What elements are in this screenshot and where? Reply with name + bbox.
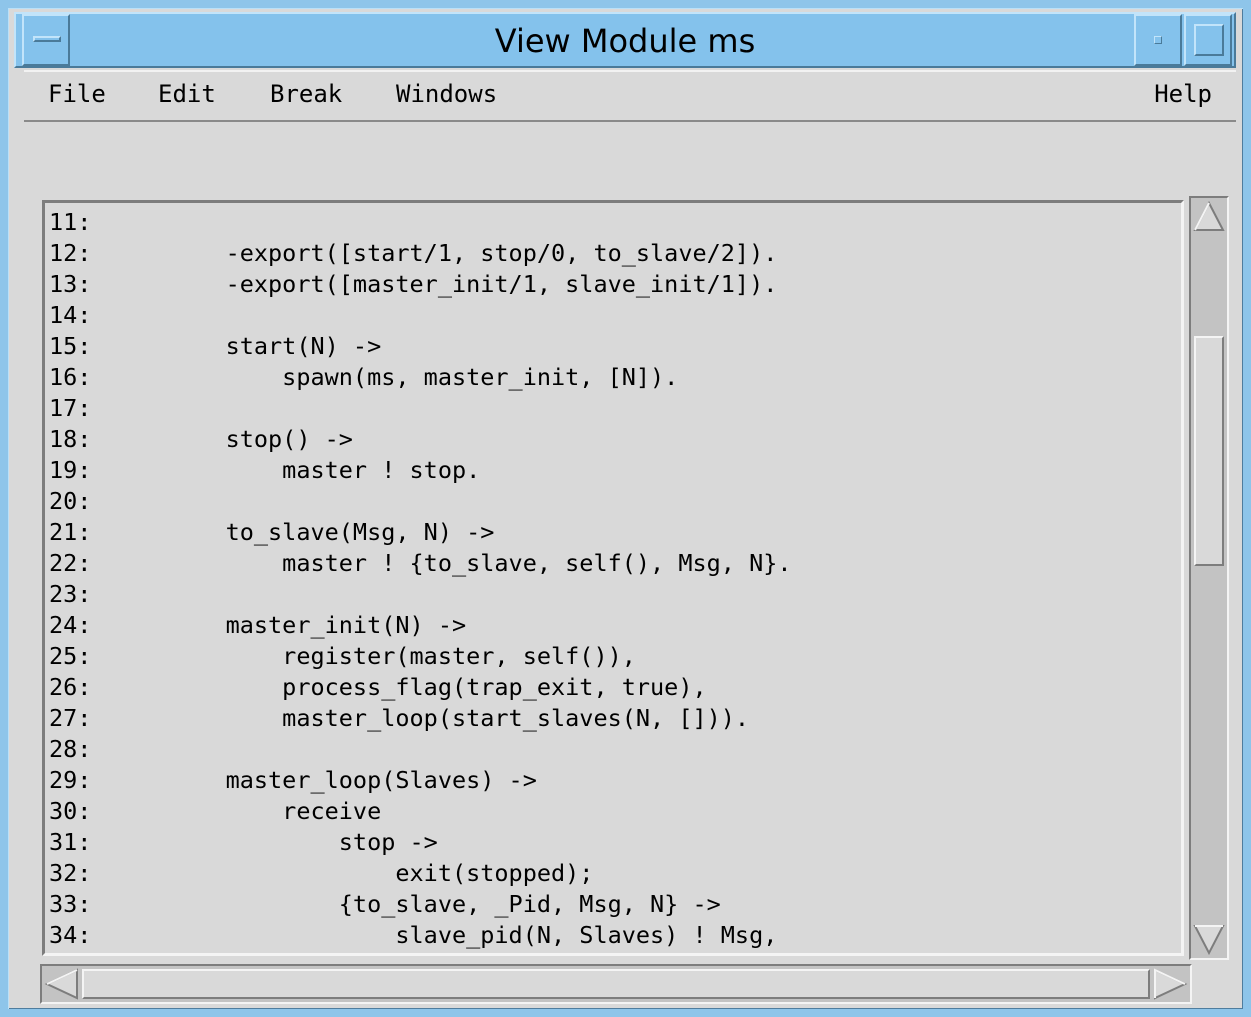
line-number: 19: <box>49 456 92 484</box>
line-text: master ! {to_slave, self(), Msg, N}. <box>169 549 792 577</box>
arrow-right-icon <box>1154 968 1188 1000</box>
line-number: 26: <box>49 673 92 701</box>
line-text: -export([start/1, stop/0, to_slave/2]). <box>169 239 778 267</box>
line-number: 32: <box>49 859 92 887</box>
vertical-scrollbar[interactable] <box>1189 196 1229 960</box>
line-text: exit(stopped); <box>169 859 594 887</box>
code-line: 12: -export([start/1, stop/0, to_slave/2… <box>49 238 792 269</box>
code-line: 25: register(master, self()), <box>49 641 792 672</box>
menu-edit[interactable]: Edit <box>158 80 216 108</box>
menu-break[interactable]: Break <box>270 80 342 108</box>
line-text: start(N) -> <box>169 332 382 360</box>
menu-bar: File Edit Break Windows Help <box>24 70 1236 122</box>
line-number: 33: <box>49 890 92 918</box>
vertical-scroll-thumb[interactable] <box>1194 336 1224 566</box>
horizontal-scrollbar[interactable] <box>40 964 1192 1004</box>
line-number: 20: <box>49 487 92 515</box>
menu-windows[interactable]: Windows <box>396 80 497 108</box>
code-line: 14: <box>49 300 792 331</box>
line-number: 22: <box>49 549 92 577</box>
code-line: 17: <box>49 393 792 424</box>
line-number: 28: <box>49 735 92 763</box>
menu-help[interactable]: Help <box>1154 80 1212 108</box>
line-number: 17: <box>49 394 92 422</box>
arrow-left-icon <box>44 968 78 1000</box>
code-line: 18: stop() -> <box>49 424 792 455</box>
line-number: 15: <box>49 332 92 360</box>
code-line: 30: receive <box>49 796 792 827</box>
line-number: 12: <box>49 239 92 267</box>
code-line: 34: slave_pid(N, Slaves) ! Msg, <box>49 920 792 951</box>
code-line: 32: exit(stopped); <box>49 858 792 889</box>
line-text: receive <box>169 797 382 825</box>
window-title: View Module ms <box>494 22 756 60</box>
line-number: 13: <box>49 270 92 298</box>
code-line: 21: to_slave(Msg, N) -> <box>49 517 792 548</box>
code-line: 31: stop -> <box>49 827 792 858</box>
line-text: -export([master_init/1, slave_init/1]). <box>169 270 778 298</box>
arrow-up-icon <box>1193 200 1225 231</box>
line-number: 27: <box>49 704 92 732</box>
line-text: to_slave(Msg, N) -> <box>169 518 495 546</box>
minimize-icon <box>1154 36 1162 44</box>
line-text: master_loop(start_slaves(N, [])). <box>169 704 750 732</box>
code-lines: 11: 12: -export([start/1, stop/0, to_slav… <box>49 207 792 951</box>
line-number: 25: <box>49 642 92 670</box>
scroll-up-button[interactable] <box>1193 200 1225 234</box>
line-text: process_flag(trap_exit, true), <box>169 673 707 701</box>
code-line: 27: master_loop(start_slaves(N, [])). <box>49 703 792 734</box>
line-number: 11: <box>49 208 92 236</box>
code-line: 13: -export([master_init/1, slave_init/1… <box>49 269 792 300</box>
line-text: master_init(N) -> <box>169 611 467 639</box>
line-text: stop() -> <box>169 425 353 453</box>
scroll-left-button[interactable] <box>44 968 80 1000</box>
code-line: 26: process_flag(trap_exit, true), <box>49 672 792 703</box>
maximize-icon <box>1194 24 1224 56</box>
line-number: 16: <box>49 363 92 391</box>
line-text: slave_pid(N, Slaves) ! Msg, <box>169 921 778 949</box>
code-line: 19: master ! stop. <box>49 455 792 486</box>
maximize-button[interactable] <box>1184 14 1232 66</box>
code-line: 16: spawn(ms, master_init, [N]). <box>49 362 792 393</box>
code-line: 23: <box>49 579 792 610</box>
minimize-button[interactable] <box>1134 14 1182 66</box>
scroll-right-button[interactable] <box>1152 968 1188 1000</box>
button-area <box>24 123 1236 193</box>
line-text: master ! stop. <box>169 456 481 484</box>
code-line: 11: <box>49 207 792 238</box>
line-text: register(master, self()), <box>169 642 636 670</box>
line-text: stop -> <box>169 828 438 856</box>
code-line: 33: {to_slave, _Pid, Msg, N} -> <box>49 889 792 920</box>
line-text: {to_slave, _Pid, Msg, N} -> <box>169 890 721 918</box>
scroll-down-button[interactable] <box>1193 922 1225 956</box>
code-line: 29: master_loop(Slaves) -> <box>49 765 792 796</box>
line-number: 31: <box>49 828 92 856</box>
title-bar[interactable]: View Module ms <box>14 12 1236 68</box>
arrow-down-icon <box>1193 925 1225 956</box>
line-number: 24: <box>49 611 92 639</box>
horizontal-scroll-thumb[interactable] <box>82 969 1150 999</box>
menu-file[interactable]: File <box>48 80 106 108</box>
line-number: 18: <box>49 425 92 453</box>
line-number: 23: <box>49 580 92 608</box>
code-listing[interactable]: 11: 12: -export([start/1, stop/0, to_slav… <box>42 200 1184 956</box>
code-line: 24: master_init(N) -> <box>49 610 792 641</box>
line-number: 14: <box>49 301 92 329</box>
line-number: 21: <box>49 518 92 546</box>
line-number: 30: <box>49 797 92 825</box>
line-text: spawn(ms, master_init, [N]). <box>169 363 679 391</box>
line-number: 29: <box>49 766 92 794</box>
code-line: 28: <box>49 734 792 765</box>
code-line: 20: <box>49 486 792 517</box>
code-line: 22: master ! {to_slave, self(), Msg, N}. <box>49 548 792 579</box>
code-line: 15: start(N) -> <box>49 331 792 362</box>
line-text: master_loop(Slaves) -> <box>169 766 537 794</box>
line-number: 34: <box>49 921 92 949</box>
